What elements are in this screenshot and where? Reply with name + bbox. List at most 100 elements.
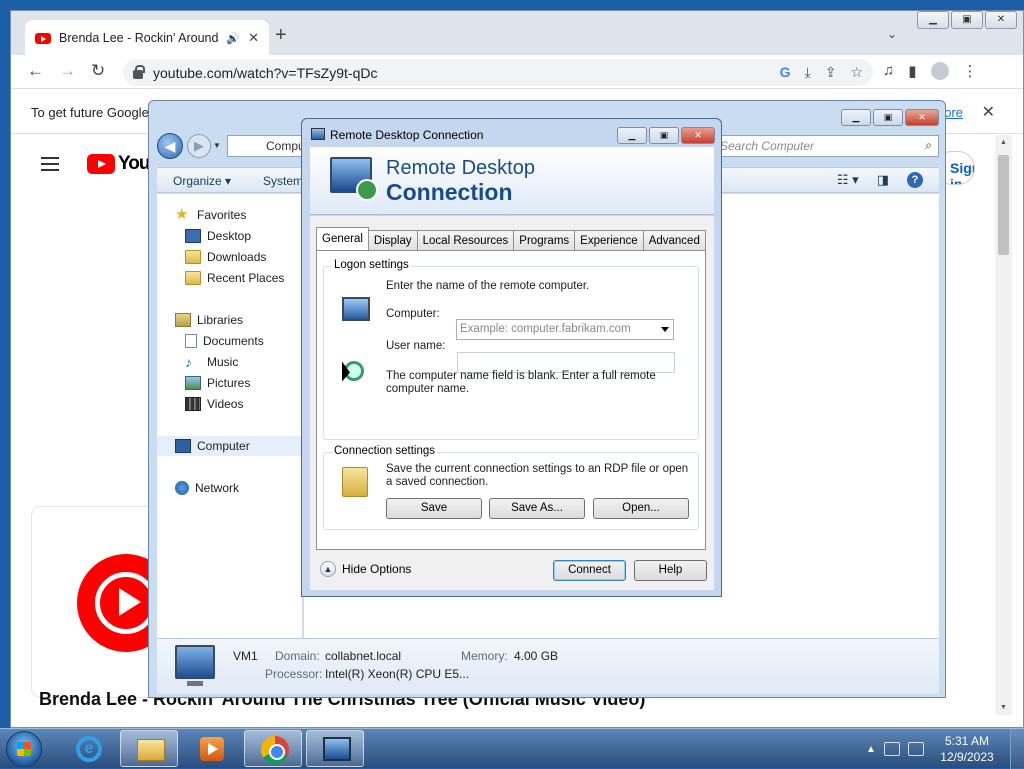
clock[interactable]: 5:31 AM 12/9/2023 <box>934 733 1000 765</box>
media-player-icon <box>200 737 224 761</box>
nav-desktop[interactable]: Desktop <box>185 229 251 243</box>
side-panel-icon[interactable]: ▮ <box>908 62 916 80</box>
nav-music[interactable]: ♪ Music <box>185 355 238 369</box>
save-button[interactable]: Save <box>386 498 482 519</box>
infobar-link[interactable]: ore <box>944 105 963 120</box>
nav-network[interactable]: Network <box>175 481 239 495</box>
nav-recent-places[interactable]: Recent Places <box>185 271 284 285</box>
profile-avatar-icon[interactable] <box>930 62 949 80</box>
start-button[interactable] <box>6 731 42 767</box>
tab-display[interactable]: Display <box>367 230 418 250</box>
reload-icon[interactable]: ↻ <box>91 61 105 81</box>
collapse-chevron-icon: ▲ <box>320 561 336 577</box>
scroll-up-icon[interactable]: ▲ <box>1000 139 1007 146</box>
recent-pages-chevron-icon[interactable]: ▼ <box>213 141 221 150</box>
folder-icon <box>342 467 368 497</box>
nav-videos[interactable]: Videos <box>185 397 243 411</box>
hamburger-menu-icon[interactable] <box>41 157 59 171</box>
chrome-window-controls: ▁ ▣ ✕ <box>917 11 1017 29</box>
navigation-pane: ★ Favorites Desktop Downloads Recent Plac… <box>157 194 303 638</box>
install-icon[interactable]: ⤓ <box>805 64 811 81</box>
scroll-thumb[interactable] <box>998 155 1009 255</box>
blank-name-message: The computer name field is blank. Enter … <box>386 370 656 395</box>
maximize-button[interactable]: ▣ <box>873 109 903 126</box>
connect-button[interactable]: Connect <box>553 560 626 581</box>
maximize-button[interactable]: ▣ <box>649 127 679 144</box>
tab-programs[interactable]: Programs <box>513 230 576 250</box>
taskbar-internet-explorer[interactable]: e <box>58 730 116 767</box>
maximize-button[interactable]: ▣ <box>951 11 983 29</box>
minimize-button[interactable]: ▁ <box>841 109 871 126</box>
close-button[interactable]: ✕ <box>905 109 939 126</box>
back-arrow-icon[interactable]: ← <box>27 61 44 81</box>
scroll-down-icon[interactable]: ▼ <box>1000 704 1007 711</box>
new-tab-button[interactable]: + <box>275 25 287 45</box>
bookmark-star-icon[interactable]: ☆ <box>850 64 863 81</box>
nav-downloads[interactable]: Downloads <box>185 250 266 264</box>
google-translate-icon[interactable]: G <box>780 64 791 81</box>
nav-computer[interactable]: Computer <box>157 436 303 456</box>
dropdown-arrow-icon[interactable] <box>661 327 669 332</box>
taskbar-chrome[interactable] <box>244 730 302 767</box>
nav-documents[interactable]: Documents <box>185 334 264 348</box>
nav-libraries[interactable]: Libraries <box>175 313 243 327</box>
media-control-icon[interactable]: ♫ <box>883 62 894 80</box>
url-text: youtube.com/watch?v=TFsZy9t-qDc <box>153 64 378 81</box>
minimize-button[interactable]: ▁ <box>917 11 949 29</box>
banner-line1: Remote Desktop <box>386 157 535 179</box>
share-icon[interactable]: ⇪ <box>825 64 837 81</box>
hide-options-toggle[interactable]: ▲ Hide Options <box>320 561 411 577</box>
connection-settings-group: Connection settings Save the current con… <box>323 445 699 530</box>
browser-tab[interactable]: Brenda Lee - Rockin' Around The Christma… <box>25 20 269 56</box>
pictures-icon <box>185 376 201 390</box>
taskbar-remote-desktop[interactable] <box>306 730 364 767</box>
tab-title: Brenda Lee - Rockin' Around The Christma… <box>59 31 219 45</box>
tab-close-icon[interactable]: ✕ <box>248 30 259 46</box>
explorer-address-bar[interactable]: Computer <box>227 135 307 157</box>
taskbar-explorer[interactable] <box>120 730 178 767</box>
help-icon[interactable]: ? <box>907 172 923 188</box>
nav-favorites[interactable]: ★ Favorites <box>175 207 246 222</box>
chrome-menu-icon[interactable]: ⋮ <box>963 62 978 80</box>
rdc-window-controls: ▁ ▣ ✕ <box>617 127 715 144</box>
lock-icon[interactable] <box>133 65 145 79</box>
youtube-favicon-icon <box>35 32 51 44</box>
minimize-button[interactable]: ▁ <box>617 127 647 144</box>
forward-arrow-icon[interactable]: → <box>59 61 76 81</box>
volume-muted-icon[interactable] <box>907 742 924 756</box>
back-button[interactable]: ◀ <box>157 133 183 159</box>
close-button[interactable]: ✕ <box>681 127 715 144</box>
tab-experience[interactable]: Experience <box>574 230 644 250</box>
tab-local-resources[interactable]: Local Resources <box>416 230 515 250</box>
close-button[interactable]: ✕ <box>985 11 1017 29</box>
preview-pane-icon[interactable]: ◨ <box>877 172 889 188</box>
explorer-search-input[interactable]: Search Computer ⌕ <box>713 135 939 157</box>
domain-value: collabnet.local <box>325 649 402 663</box>
address-bar[interactable]: youtube.com/watch?v=TFsZy9t-qDc G ⤓ ⇪ ☆ <box>123 59 873 86</box>
tab-search-chevron-icon[interactable]: ⌄ <box>887 27 897 41</box>
forward-button[interactable]: ▶ <box>187 134 211 158</box>
taskbar-media-player[interactable] <box>182 730 240 767</box>
tab-advanced[interactable]: Advanced <box>642 230 706 250</box>
computer-combobox[interactable]: Example: computer.fabrikam.com <box>456 319 674 340</box>
infobar-close-icon[interactable]: ✕ <box>982 102 995 122</box>
rdc-banner: Remote Desktop Connection <box>310 147 714 215</box>
show-hidden-icons-icon[interactable]: ▲ <box>866 744 876 755</box>
speaker-icon[interactable]: 🔊 <box>226 32 240 45</box>
general-tab-panel: Logon settings Enter the name of the rem… <box>316 250 706 550</box>
network-globe-icon <box>175 481 189 495</box>
search-icon[interactable]: ⌕ <box>925 138 932 153</box>
save-as-button[interactable]: Save As... <box>489 498 585 519</box>
page-scrollbar[interactable]: ▲ ▼ <box>995 135 1012 715</box>
computer-icon <box>342 297 370 321</box>
infobar-text: To get future Google <box>31 105 149 120</box>
nav-pictures[interactable]: Pictures <box>185 376 250 390</box>
network-icon[interactable] <box>883 742 900 756</box>
organize-button[interactable]: Organize ▾ <box>173 174 231 188</box>
change-view-icon[interactable]: ☷ ▾ <box>837 172 859 188</box>
help-button[interactable]: Help <box>634 560 707 581</box>
tab-general[interactable]: General <box>316 227 369 250</box>
show-desktop-button[interactable] <box>1010 729 1024 769</box>
open-button[interactable]: Open... <box>593 498 689 519</box>
remote-desktop-dialog: Remote Desktop Connection ▁ ▣ ✕ Remote D… <box>301 118 722 597</box>
